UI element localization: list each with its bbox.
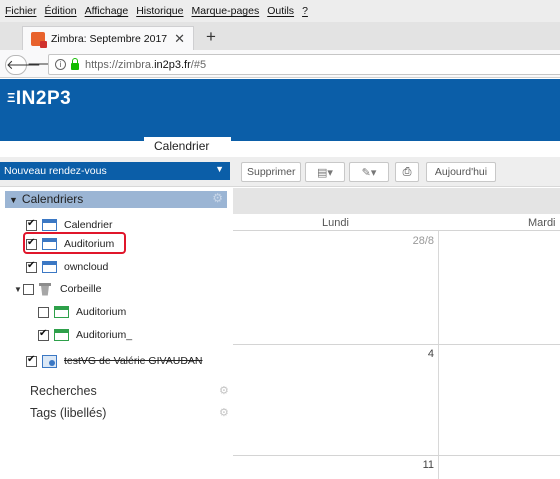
tree-item-testvg[interactable]: testVG de Valérie GIVAUDAN [26, 352, 203, 370]
delete-button[interactable]: Supprimer [241, 162, 301, 182]
gear-icon[interactable]: ⚙ [219, 406, 229, 419]
print-button[interactable]: ⎙ [395, 162, 419, 182]
move-calendar-icon: ▤▾ [317, 167, 333, 179]
searches-header[interactable]: Recherches [30, 384, 97, 398]
day-header-mardi: Mardi [528, 217, 556, 229]
week-divider [233, 344, 560, 345]
menu-marque-pages[interactable]: Marque-pages [192, 5, 260, 17]
calendars-header-label: Calendriers [21, 192, 84, 206]
calendars-header[interactable]: ▼ Calendriers ⚙ [5, 191, 227, 208]
close-icon[interactable]: ✕ [174, 31, 185, 47]
tree-item-auditorium-underscore[interactable]: Auditorium_ [38, 326, 132, 344]
checkbox-testvg[interactable] [26, 354, 37, 367]
tab-taches[interactable]: Tâches [246, 137, 285, 155]
trash-icon [39, 282, 51, 296]
checkbox-auditorium-trash[interactable] [38, 306, 49, 318]
tree-item-label: Corbeille [60, 283, 102, 295]
new-appointment-label: Nouveau rendez-vous [4, 165, 107, 177]
forward-arrow-icon[interactable]: 🡒 [27, 55, 62, 75]
new-tab-button[interactable]: + [206, 27, 216, 47]
checkbox-calendrier[interactable] [26, 218, 37, 231]
browser-tab[interactable]: Zimbra: Septembre 2017 ✕ [22, 26, 194, 50]
tab-contacts[interactable]: Contacts [75, 137, 122, 155]
tree-item-label: testVG de Valérie GIVAUDAN [64, 355, 203, 367]
menu-affichage[interactable]: Affichage [85, 5, 129, 17]
gear-icon[interactable]: ⚙ [212, 191, 223, 205]
tree-item-owncloud[interactable]: owncloud [26, 258, 108, 276]
menu-outils[interactable]: Outils [267, 5, 294, 17]
tree-item-label: owncloud [64, 261, 109, 273]
tree-item-label: Auditorium_ [76, 329, 133, 341]
calendar-icon [54, 329, 69, 341]
today-button[interactable]: Aujourd'hui [426, 162, 496, 182]
browser-navbar: 🡐 🡒 i https://zimbra.in2p3.fr/#5 [0, 50, 560, 78]
column-divider [438, 231, 439, 479]
calendar-day-header [233, 214, 560, 231]
printer-icon: ⎙ [402, 166, 412, 178]
date-cell-4[interactable]: 4 [400, 348, 434, 360]
browser-tabstrip: Zimbra: Septembre 2017 ✕ + [0, 22, 560, 50]
tag-icon: ✎▾ [361, 167, 377, 179]
move-button[interactable]: ▤▾ [305, 162, 345, 182]
checkbox-owncloud[interactable] [26, 260, 37, 273]
date-cell-28-8[interactable]: 28/8 [400, 235, 434, 247]
calendar-icon [42, 261, 57, 273]
menu-fichier[interactable]: Fichier [5, 5, 37, 17]
tag-button[interactable]: ✎▾ [349, 162, 389, 182]
checkbox-corbeille[interactable] [23, 283, 34, 295]
annotation-highlight-box [23, 232, 126, 254]
zimbra-favicon-icon [31, 31, 47, 48]
url-text[interactable]: https://zimbra.in2p3.fr/#5 [85, 59, 206, 71]
tree-item-label: Auditorium [76, 306, 127, 318]
month-grid[interactable] [233, 231, 560, 479]
browser-menubar: Fichier Édition Affichage Historique Mar… [0, 0, 560, 22]
tab-preferences[interactable]: Préférences [309, 137, 374, 155]
new-appointment-button[interactable]: Nouveau rendez-vous ▼ [0, 162, 230, 180]
in2p3-logo: ΞIN2P3 [7, 88, 72, 109]
tree-item-auditorium-trash[interactable]: Auditorium [38, 303, 126, 321]
chevron-down-icon[interactable]: ▼ [215, 164, 224, 174]
calendar-icon [42, 219, 57, 231]
tab-mail[interactable]: Mail [12, 137, 34, 155]
menu-historique[interactable]: Historique [136, 5, 183, 17]
tab-calendrier[interactable]: Calendrier [144, 137, 231, 155]
checkbox-auditorium-underscore[interactable] [38, 328, 49, 341]
tree-item-label: Calendrier [64, 219, 113, 231]
back-arrow-icon[interactable]: 🡐 [5, 55, 41, 75]
url-bar[interactable]: i https://zimbra.in2p3.fr/#5 [48, 54, 560, 75]
lock-icon [71, 57, 79, 70]
day-header-lundi: Lundi [322, 217, 349, 229]
tags-header[interactable]: Tags (libellés) [30, 406, 106, 420]
gear-icon[interactable]: ⚙ [219, 384, 229, 397]
calendar-icon [54, 306, 69, 318]
shared-calendar-icon [42, 354, 57, 368]
date-cell-11[interactable]: 11 [400, 459, 434, 471]
menu-edition[interactable]: Édition [45, 5, 77, 17]
app-header: ΞIN2P3 [0, 79, 560, 141]
expand-triangle-icon[interactable]: ▼ [14, 285, 23, 294]
tree-item-corbeille[interactable]: ▼ Corbeille [14, 280, 101, 298]
tab-title: Zimbra: Septembre 2017 [51, 32, 168, 45]
collapse-triangle-icon[interactable]: ▼ [9, 195, 18, 205]
menu-help[interactable]: ? [302, 5, 308, 17]
week-divider [233, 455, 560, 456]
info-icon[interactable]: i [55, 59, 66, 70]
